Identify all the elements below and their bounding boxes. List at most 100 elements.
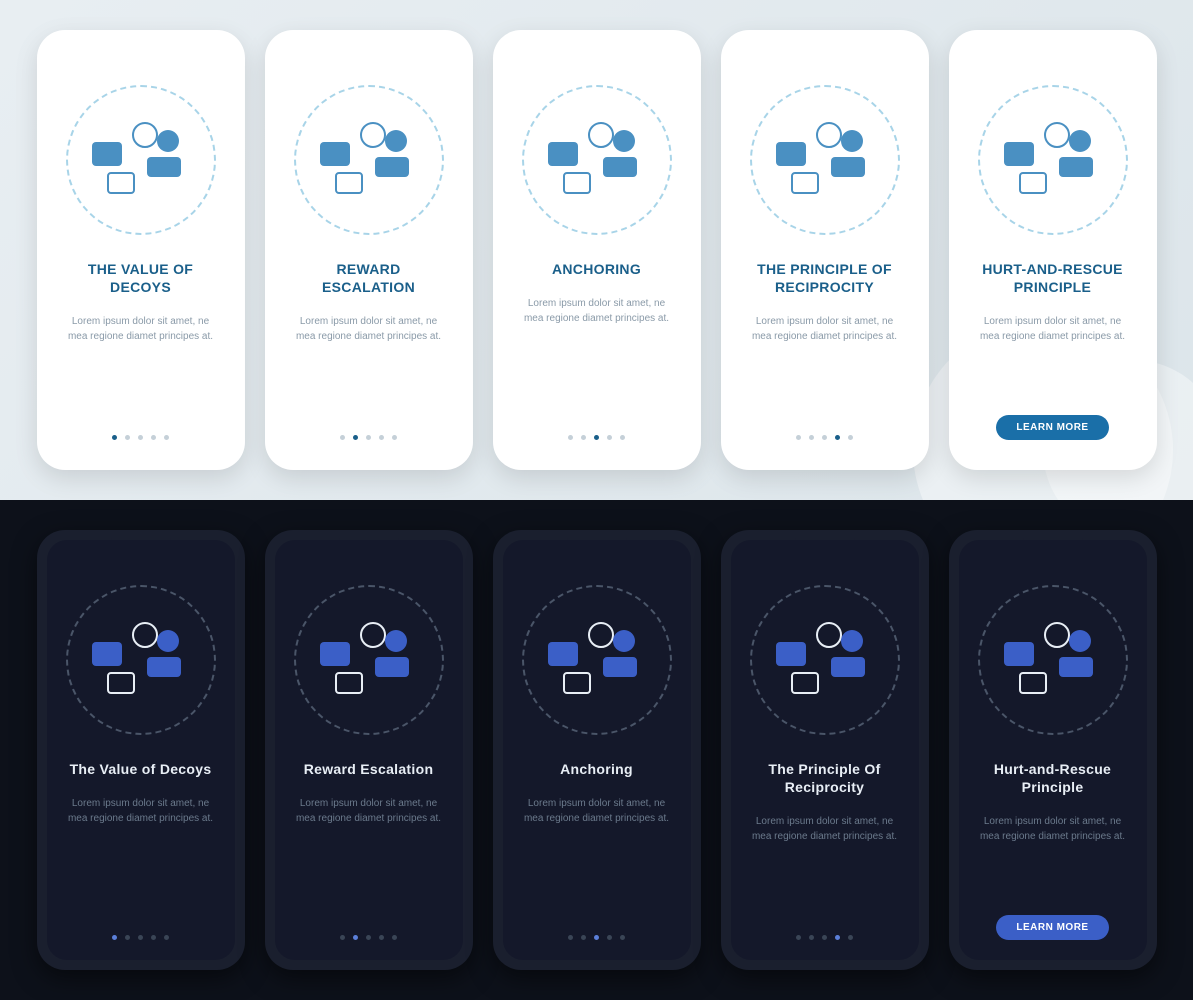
screen-description: Lorem ipsum dolor sit amet, ne mea regio… xyxy=(974,314,1132,344)
value-decoys-icon xyxy=(66,85,216,235)
reciprocity-icon xyxy=(750,85,900,235)
pagination-dots xyxy=(112,435,169,440)
pagination-dots xyxy=(796,435,853,440)
pagination-dot[interactable] xyxy=(353,435,358,440)
pagination-dot[interactable] xyxy=(151,435,156,440)
screen-description: Lorem ipsum dolor sit amet, ne mea regio… xyxy=(974,814,1132,844)
anchoring-icon xyxy=(522,85,672,235)
screen-description: Lorem ipsum dolor sit amet, ne mea regio… xyxy=(290,796,448,826)
screen-title: Anchoring xyxy=(560,760,633,778)
screen-description: Lorem ipsum dolor sit amet, ne mea regio… xyxy=(518,296,676,326)
pagination-dot[interactable] xyxy=(164,435,169,440)
pagination-dot[interactable] xyxy=(151,935,156,940)
screen-description: Lorem ipsum dolor sit amet, ne mea regio… xyxy=(746,814,904,844)
pagination-dot[interactable] xyxy=(796,935,801,940)
pagination-dot[interactable] xyxy=(568,435,573,440)
onboarding-screen: HURT-AND-RESCUE PRINCIPLE Lorem ipsum do… xyxy=(959,40,1147,460)
pagination-dots xyxy=(112,935,169,940)
pagination-dot[interactable] xyxy=(125,935,130,940)
pagination-dots xyxy=(340,435,397,440)
screen-description: Lorem ipsum dolor sit amet, ne mea regio… xyxy=(518,796,676,826)
screen-title: The Principle Of Reciprocity xyxy=(746,760,904,796)
hurt-rescue-icon xyxy=(978,585,1128,735)
pagination-dots xyxy=(340,935,397,940)
hurt-rescue-icon xyxy=(978,85,1128,235)
pagination-dot[interactable] xyxy=(112,935,117,940)
phone-mockup: Hurt-and-Rescue Principle Lorem ipsum do… xyxy=(949,530,1157,970)
onboarding-screen: The Value of Decoys Lorem ipsum dolor si… xyxy=(47,540,235,960)
pagination-dot[interactable] xyxy=(138,935,143,940)
screen-description: Lorem ipsum dolor sit amet, ne mea regio… xyxy=(62,314,220,344)
learn-more-button[interactable]: LEARN MORE xyxy=(996,915,1108,940)
screen-title: THE PRINCIPLE OF RECIPROCITY xyxy=(746,260,904,296)
screen-description: Lorem ipsum dolor sit amet, ne mea regio… xyxy=(290,314,448,344)
onboarding-screen: The Principle Of Reciprocity Lorem ipsum… xyxy=(731,540,919,960)
dark-section: The Value of Decoys Lorem ipsum dolor si… xyxy=(0,500,1193,1000)
phone-mockup: Reward Escalation Lorem ipsum dolor sit … xyxy=(265,530,473,970)
phone-mockup: The Principle Of Reciprocity Lorem ipsum… xyxy=(721,530,929,970)
onboarding-screen: Anchoring Lorem ipsum dolor sit amet, ne… xyxy=(503,540,691,960)
pagination-dot[interactable] xyxy=(620,935,625,940)
phone-mockup: ANCHORING Lorem ipsum dolor sit amet, ne… xyxy=(493,30,701,470)
pagination-dot[interactable] xyxy=(379,435,384,440)
reciprocity-icon xyxy=(750,585,900,735)
pagination-dot[interactable] xyxy=(594,435,599,440)
pagination-dot[interactable] xyxy=(848,435,853,440)
onboarding-screen: REWARD ESCALATION Lorem ipsum dolor sit … xyxy=(275,40,463,460)
learn-more-button[interactable]: LEARN MORE xyxy=(996,415,1108,440)
onboarding-screen: THE PRINCIPLE OF RECIPROCITY Lorem ipsum… xyxy=(731,40,919,460)
pagination-dot[interactable] xyxy=(607,435,612,440)
phone-mockup: The Value of Decoys Lorem ipsum dolor si… xyxy=(37,530,245,970)
pagination-dot[interactable] xyxy=(581,935,586,940)
pagination-dot[interactable] xyxy=(822,435,827,440)
phone-mockup: Anchoring Lorem ipsum dolor sit amet, ne… xyxy=(493,530,701,970)
pagination-dot[interactable] xyxy=(340,435,345,440)
pagination-dot[interactable] xyxy=(366,935,371,940)
pagination-dot[interactable] xyxy=(379,935,384,940)
pagination-dot[interactable] xyxy=(366,435,371,440)
screen-title: Hurt-and-Rescue Principle xyxy=(974,760,1132,796)
screen-description: Lorem ipsum dolor sit amet, ne mea regio… xyxy=(746,314,904,344)
pagination-dot[interactable] xyxy=(568,935,573,940)
pagination-dot[interactable] xyxy=(353,935,358,940)
pagination-dot[interactable] xyxy=(848,935,853,940)
pagination-dot[interactable] xyxy=(607,935,612,940)
pagination-dot[interactable] xyxy=(594,935,599,940)
anchoring-icon xyxy=(522,585,672,735)
pagination-dot[interactable] xyxy=(164,935,169,940)
pagination-dot[interactable] xyxy=(112,435,117,440)
onboarding-screen: ANCHORING Lorem ipsum dolor sit amet, ne… xyxy=(503,40,691,460)
pagination-dots xyxy=(568,435,625,440)
pagination-dot[interactable] xyxy=(392,435,397,440)
screen-title: The Value of Decoys xyxy=(70,760,212,778)
pagination-dot[interactable] xyxy=(620,435,625,440)
light-section: THE VALUE OF DECOYS Lorem ipsum dolor si… xyxy=(0,0,1193,500)
value-decoys-icon xyxy=(66,585,216,735)
onboarding-screen: Reward Escalation Lorem ipsum dolor sit … xyxy=(275,540,463,960)
reward-escalation-icon xyxy=(294,585,444,735)
pagination-dot[interactable] xyxy=(835,935,840,940)
pagination-dot[interactable] xyxy=(835,435,840,440)
phone-mockup: THE PRINCIPLE OF RECIPROCITY Lorem ipsum… xyxy=(721,30,929,470)
pagination-dot[interactable] xyxy=(809,935,814,940)
screen-title: HURT-AND-RESCUE PRINCIPLE xyxy=(974,260,1132,296)
phone-mockup: REWARD ESCALATION Lorem ipsum dolor sit … xyxy=(265,30,473,470)
screen-title: REWARD ESCALATION xyxy=(290,260,448,296)
onboarding-screen: THE VALUE OF DECOYS Lorem ipsum dolor si… xyxy=(47,40,235,460)
onboarding-screen: Hurt-and-Rescue Principle Lorem ipsum do… xyxy=(959,540,1147,960)
pagination-dot[interactable] xyxy=(340,935,345,940)
pagination-dots xyxy=(568,935,625,940)
pagination-dot[interactable] xyxy=(796,435,801,440)
reward-escalation-icon xyxy=(294,85,444,235)
phone-mockup: HURT-AND-RESCUE PRINCIPLE Lorem ipsum do… xyxy=(949,30,1157,470)
pagination-dot[interactable] xyxy=(125,435,130,440)
screen-title: Reward Escalation xyxy=(304,760,434,778)
pagination-dot[interactable] xyxy=(138,435,143,440)
pagination-dot[interactable] xyxy=(392,935,397,940)
screen-title: THE VALUE OF DECOYS xyxy=(62,260,220,296)
pagination-dot[interactable] xyxy=(809,435,814,440)
screen-description: Lorem ipsum dolor sit amet, ne mea regio… xyxy=(62,796,220,826)
phone-mockup: THE VALUE OF DECOYS Lorem ipsum dolor si… xyxy=(37,30,245,470)
pagination-dot[interactable] xyxy=(581,435,586,440)
pagination-dot[interactable] xyxy=(822,935,827,940)
